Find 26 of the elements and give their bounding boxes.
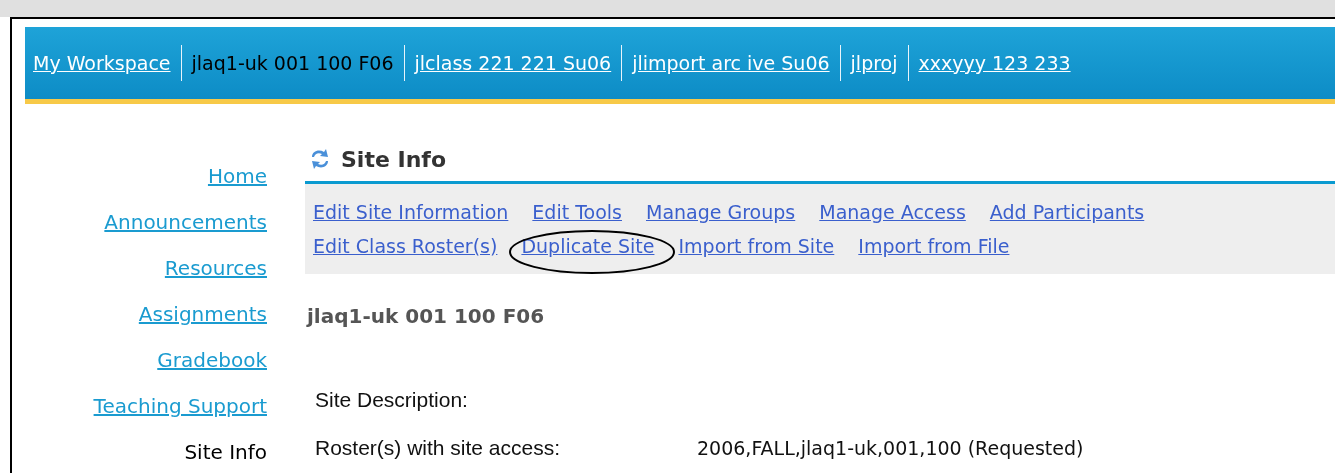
sidebar-item[interactable]: Assignments (138, 300, 267, 329)
action-link[interactable]: Manage Access (819, 198, 966, 226)
site-tab[interactable]: jlimport arc ive Su06 (632, 52, 830, 74)
sidebar-item[interactable]: Site Info (184, 438, 267, 467)
field-value: 2006,FALL,jlaq1-uk,001,100 (Requested) (697, 436, 1084, 461)
field-label: Roster(s) with site access: (315, 435, 562, 461)
site-title: jlaq1-uk 001 100 F06 (305, 304, 546, 328)
site-tab[interactable]: xxxyyy 123 233 (918, 52, 1071, 74)
action-link[interactable]: Edit Class Roster(s) (313, 232, 498, 260)
action-link[interactable]: Edit Tools (532, 198, 622, 226)
sidebar-item[interactable]: Teaching Support (93, 392, 267, 421)
site-tab[interactable]: jlclass 221 221 Su06 (414, 52, 612, 74)
tool-title: Site Info (341, 146, 446, 172)
action-link[interactable]: Import from File (858, 232, 1010, 260)
action-link[interactable]: Add Participants (989, 198, 1145, 226)
site-tab[interactable]: jlproj (850, 52, 898, 74)
sidebar-item[interactable]: Gradebook (157, 346, 267, 375)
site-tab[interactable]: My Workspace (33, 52, 171, 74)
action-link[interactable]: Import from Site (678, 232, 835, 260)
action-link[interactable]: Edit Site Information (313, 198, 509, 226)
sidebar-item[interactable]: Resources (164, 254, 267, 283)
sidebar-item[interactable]: Announcements (104, 208, 267, 237)
field-label: Site Description: (315, 387, 469, 413)
sidebar-item[interactable]: Home (207, 162, 267, 191)
action-link[interactable]: Manage Groups (646, 198, 796, 226)
site-tab[interactable]: jlaq1-uk 001 100 F06 (191, 52, 394, 74)
